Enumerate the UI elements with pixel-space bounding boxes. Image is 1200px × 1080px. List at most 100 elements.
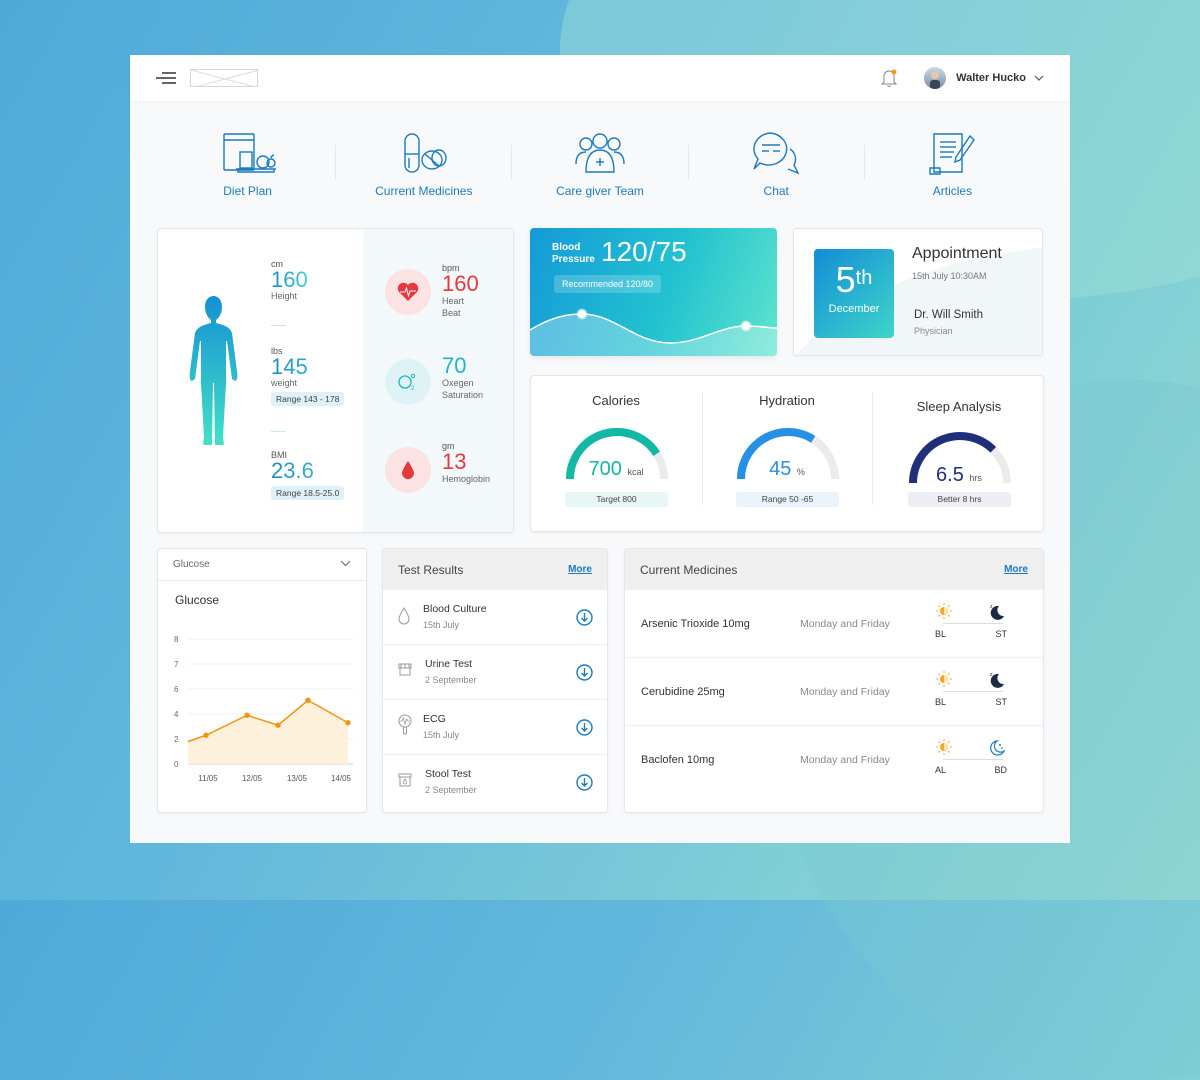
wave-point [740, 320, 752, 332]
diet-plan-icon [218, 130, 278, 178]
article-icon [926, 130, 978, 178]
blood-pressure-card[interactable]: Blood Pressure 120/75 Recommended 120/80 [530, 228, 777, 356]
urine-cup-icon [397, 662, 413, 683]
y-tick-label: 8 [174, 635, 179, 644]
appointment-title: Appointment [912, 245, 1002, 262]
test-results-more-link[interactable]: More [568, 564, 592, 575]
test-result-row[interactable]: Blood Culture 15th July [383, 590, 607, 645]
x-tick-label: 13/05 [287, 774, 308, 783]
sleep-analysis-gauge[interactable]: Sleep Analysis 6.5 hrs Better 8 hrs [874, 376, 1044, 531]
current-medicines-more-link[interactable]: More [1004, 564, 1028, 575]
height-metric: cm 160 Height [271, 259, 308, 301]
y-tick-label: 2 [174, 735, 179, 744]
nav-label: Articles [932, 184, 973, 198]
y-tick-label: 4 [174, 710, 179, 719]
bmi-metric: BMI 23.6 Range 18.5-25.0 [271, 450, 345, 501]
wellness-gauges-card: Calories 700 kcal Target 800 Hydration 4… [530, 375, 1044, 532]
nav-label: Care giver Team [556, 184, 644, 198]
notification-bell-icon[interactable] [880, 68, 898, 88]
calories-gauge[interactable]: Calories 700 kcal Target 800 [531, 376, 701, 531]
dosage-schedule: zz BL ST [935, 602, 1007, 639]
download-icon[interactable] [576, 609, 593, 631]
glucose-chart-title: Glucose [175, 593, 220, 607]
hydration-value: 45 [769, 458, 792, 480]
glucose-point[interactable] [244, 712, 250, 718]
dosage-schedule: AL BD [935, 738, 1011, 784]
sun-icon [935, 602, 953, 625]
doctor-role: Physician [914, 326, 953, 336]
blood-pressure-wave [530, 308, 777, 356]
glucose-point[interactable] [345, 720, 351, 726]
download-icon[interactable] [576, 774, 593, 796]
test-result-row[interactable]: Stool Test 2 September [383, 755, 607, 810]
nav-chat[interactable]: Chat [689, 130, 864, 205]
nav-care-giver-team[interactable]: Care giver Team [512, 130, 687, 205]
heart-icon [385, 269, 431, 315]
x-tick-label: 12/05 [242, 774, 263, 783]
blood-drop-icon [385, 447, 431, 493]
quick-nav: Diet Plan Current Medicines Care giver T… [160, 130, 1040, 205]
download-icon[interactable] [576, 719, 593, 741]
glucose-point[interactable] [275, 722, 281, 728]
chat-icon [750, 130, 802, 178]
nav-current-medicines[interactable]: Current Medicines [336, 130, 511, 205]
test-result-row[interactable]: Urine Test 2 September [383, 645, 607, 700]
nav-label: Current Medicines [375, 184, 473, 198]
logo-placeholder[interactable] [190, 69, 258, 87]
divider [271, 431, 286, 432]
y-tick-label: 0 [174, 760, 179, 769]
recommended-badge: Recommended 120/80 [554, 275, 662, 293]
medicine-row[interactable]: Baclofen 10mg Monday and Friday AL BD [625, 726, 1043, 794]
test-results-title: Test Results [398, 562, 464, 577]
svg-text:z: z [993, 609, 996, 615]
sleep-value: 6.5 [936, 464, 964, 486]
bmi-range-badge: Range 18.5-25.0 [271, 486, 345, 500]
chevron-down-icon[interactable] [1034, 73, 1044, 84]
test-results-card: Test Results More Blood Culture 15th Jul… [382, 548, 608, 813]
sun-icon [935, 670, 953, 693]
blood-drop-icon [397, 607, 411, 630]
x-tick-label: 11/05 [198, 774, 218, 783]
blood-pressure-label: Blood Pressure [552, 242, 595, 265]
human-body-icon [189, 296, 238, 445]
dashboard-window: Walter Hucko Diet Plan Current Medicines [130, 55, 1070, 843]
chevron-down-icon [340, 559, 351, 570]
glucose-dropdown[interactable]: Glucose [158, 549, 366, 581]
glucose-chart: 0 2 4 6 7 8 11/05 12/05 13/05 14/05 [174, 635, 353, 783]
divider [872, 392, 873, 505]
y-tick-label: 7 [174, 660, 179, 669]
ecg-icon [397, 714, 413, 741]
dosage-schedule: zz BL ST [935, 670, 1007, 707]
test-result-row[interactable]: ECG 15th July [383, 700, 607, 755]
body-stats-card: cm 160 Height lbs 145 weight Range 143 -… [157, 228, 514, 533]
hydration-range-badge: Range 50 -65 [736, 492, 839, 507]
nav-diet-plan[interactable]: Diet Plan [160, 130, 335, 205]
medicine-row[interactable]: Cerubidine 25mg Monday and Friday zz BL … [625, 658, 1043, 726]
weight-metric: lbs 145 weight Range 143 - 178 [271, 346, 345, 407]
moon-stars-icon [989, 738, 1006, 761]
appointment-time: 15th July 10:30AM [912, 271, 987, 281]
y-tick-label: 6 [174, 685, 179, 694]
stool-sample-icon [397, 772, 413, 793]
sleeping-moon-icon: zz [989, 670, 1005, 693]
appointment-card[interactable]: 5th December Appointment 15th July 10:30… [793, 228, 1043, 356]
glucose-point[interactable] [305, 697, 311, 703]
user-name[interactable]: Walter Hucko [956, 72, 1026, 84]
medicine-row[interactable]: Arsenic Trioxide 10mg Monday and Friday … [625, 590, 1043, 658]
user-avatar[interactable] [924, 67, 947, 89]
nav-articles[interactable]: Articles [865, 130, 1040, 205]
glucose-card: Glucose Glucose 0 2 4 6 7 8 11/05 12/05 13/05 14/… [157, 548, 367, 813]
divider [271, 325, 286, 326]
download-icon[interactable] [576, 664, 593, 686]
current-medicines-title: Current Medicines [640, 562, 738, 577]
sleeping-moon-icon: zz [989, 602, 1005, 625]
blood-pressure-value: 120/75 [601, 236, 687, 267]
hydration-gauge[interactable]: Hydration 45 % Range 50 -65 [702, 376, 872, 531]
pills-icon [399, 130, 449, 178]
wave-point [576, 308, 588, 320]
weight-range-badge: Range 143 - 178 [271, 392, 345, 406]
sun-icon [935, 738, 953, 761]
doctor-name: Dr. Will Smith [914, 309, 983, 321]
menu-icon[interactable] [156, 70, 176, 86]
glucose-point[interactable] [203, 732, 209, 738]
